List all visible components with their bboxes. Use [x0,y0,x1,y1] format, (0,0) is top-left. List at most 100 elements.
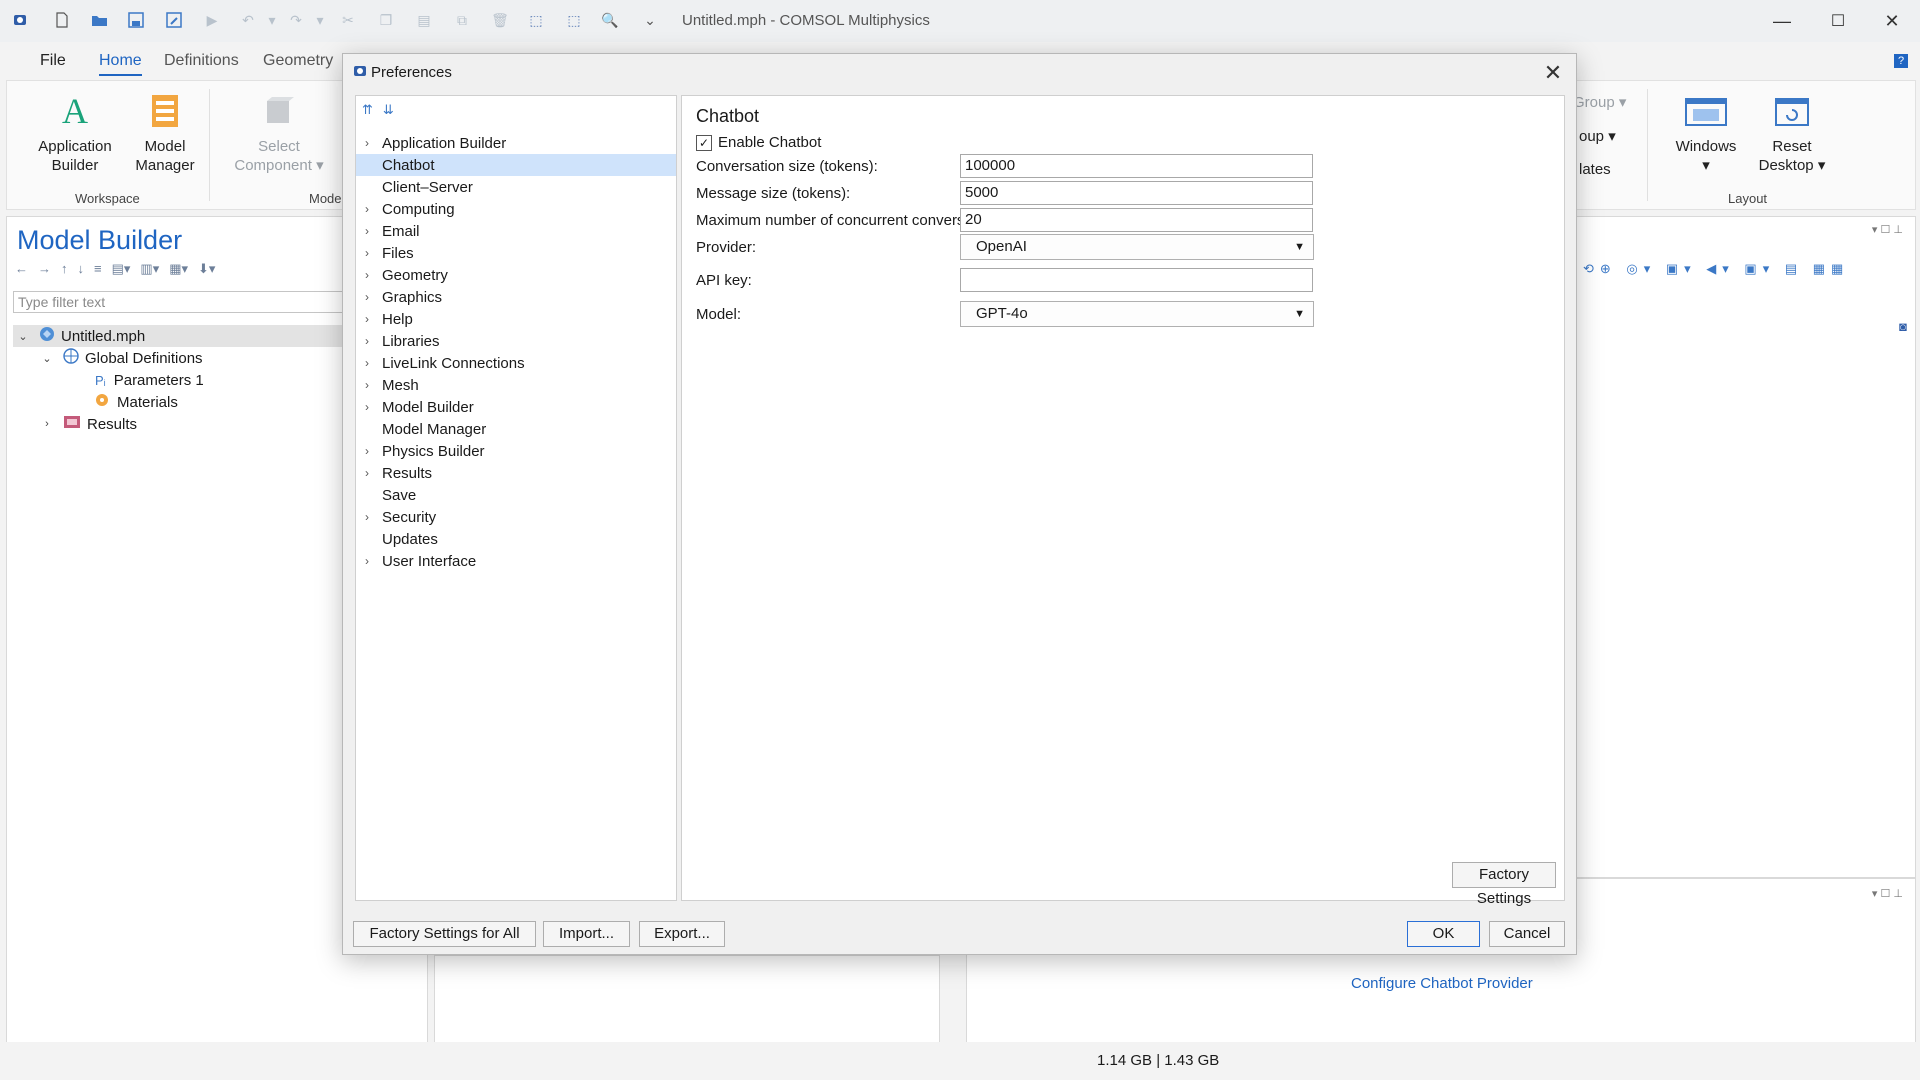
redo-icon[interactable]: ↷ [286,10,306,30]
undo-dropdown-icon[interactable]: ▾ [262,10,282,30]
tree-node-materials[interactable]: Materials [79,391,178,413]
conversation-size-input[interactable]: 100000 [960,154,1313,178]
factory-settings-all-button[interactable]: Factory Settings for All [353,921,536,947]
nav-item[interactable]: › Model Builder [356,396,676,418]
group-dropdown[interactable]: Group ▾ [1573,93,1626,111]
templates-button[interactable]: lates [1579,161,1611,178]
expand-arrow-icon[interactable]: › [356,246,378,260]
open-folder-icon[interactable] [90,10,110,30]
nav-item[interactable]: › Files [356,242,676,264]
collapse-arrow-icon[interactable]: ⌄ [15,330,31,343]
expand-arrow-icon[interactable]: › [356,334,378,348]
run-icon[interactable]: ▶ [202,10,222,30]
group-dropdown-2[interactable]: oup ▾ [1579,127,1616,145]
tree-node-global-definitions[interactable]: ⌄ Global Definitions [39,347,203,369]
pane-controls-icon-2[interactable]: ▾ ☐ ⊥ [1872,887,1903,900]
move-down-icon[interactable]: ↓ [78,261,85,277]
collapse-sections-icon[interactable]: ▥▾ [140,261,159,277]
enable-chatbot-checkbox[interactable]: ✓ [696,134,712,151]
api-key-input[interactable] [960,268,1313,292]
customize-toolbar-icon[interactable]: ⌄ [640,10,660,30]
nav-item[interactable]: Chatbot [356,154,676,176]
message-size-input[interactable]: 5000 [960,181,1313,205]
camera-icon[interactable]: ◙ [1899,319,1907,334]
clear-selection-icon[interactable]: ⬚ [564,10,584,30]
nav-item[interactable]: › Security [356,506,676,528]
find-icon[interactable]: 🔍 [600,10,620,30]
provider-select[interactable]: OpenAI ▼ [960,234,1314,260]
expand-arrow-icon[interactable]: › [356,312,378,326]
nav-item[interactable]: › Mesh [356,374,676,396]
model-select[interactable]: GPT-4o ▼ [960,301,1314,327]
tree-node-results[interactable]: › Results [39,413,137,435]
expand-arrow-icon[interactable]: › [356,510,378,524]
save-as-icon[interactable] [164,10,184,30]
pane-controls-icon[interactable]: ▾ ☐ ⊥ [1872,223,1903,236]
close-window-icon[interactable]: ✕ [1878,8,1906,34]
configure-chatbot-provider-link[interactable]: Configure Chatbot Provider [1351,975,1533,992]
nav-item[interactable]: Model Manager [356,418,676,440]
model-manager-button[interactable]: Model Manager [123,91,207,175]
expand-arrow-icon[interactable]: › [356,136,378,150]
nav-item[interactable]: › Graphics [356,286,676,308]
pin-icon[interactable]: ⬇▾ [198,261,215,277]
show-icon[interactable]: ≡ [94,261,102,277]
export-button[interactable]: Export... [639,921,725,947]
copy-icon[interactable]: ❐ [376,10,396,30]
back-arrow-icon[interactable]: ← [15,261,28,277]
delete-icon[interactable]: 🗑 [490,10,510,30]
select-icon[interactable]: ⬚ [526,10,546,30]
nav-item[interactable]: › Application Builder [356,132,676,154]
nav-item[interactable]: › User Interface [356,550,676,572]
tab-definitions[interactable]: Definitions [164,52,239,70]
expand-arrow-icon[interactable]: › [356,202,378,216]
nav-item[interactable]: › Physics Builder [356,440,676,462]
paste-icon[interactable]: ▤ [414,10,434,30]
cancel-button[interactable]: Cancel [1489,921,1565,947]
forward-arrow-icon[interactable]: → [38,261,51,277]
factory-settings-button[interactable]: Factory Settings [1452,862,1556,907]
tree-node-root[interactable]: ⌄ Untitled.mph [15,325,145,347]
duplicate-icon[interactable]: ⧉ [452,10,472,30]
expand-arrow-icon[interactable]: › [356,356,378,370]
ok-button[interactable]: OK [1407,921,1480,947]
nav-item[interactable]: › LiveLink Connections [356,352,676,374]
nav-item[interactable]: › Libraries [356,330,676,352]
nav-item[interactable]: Client–Server [356,176,676,198]
save-icon[interactable] [126,10,146,30]
expand-arrow-icon[interactable]: › [356,224,378,238]
nav-item[interactable]: Save [356,484,676,506]
nav-item[interactable]: › Results [356,462,676,484]
expand-sections-icon[interactable]: ▤▾ [112,261,131,277]
expand-arrow-icon[interactable]: › [356,400,378,414]
maximize-icon[interactable]: ☐ [1824,8,1852,34]
collapse-all-icon[interactable]: ⇊ [383,102,394,118]
select-component-button[interactable]: Select Component ▾ [229,91,329,175]
expand-arrow-icon[interactable]: › [356,444,378,458]
expand-all-icon[interactable]: ⇈ [362,102,373,118]
tab-home[interactable]: Home [99,52,142,76]
move-up-icon[interactable]: ↑ [61,261,68,277]
tree-node-parameters[interactable]: Pᵢ Parameters 1 [79,369,204,391]
expand-arrow-icon[interactable]: › [39,418,55,430]
new-file-icon[interactable] [52,10,72,30]
reset-desktop-button[interactable]: Reset Desktop ▾ [1747,91,1837,175]
import-button[interactable]: Import... [543,921,630,947]
expand-arrow-icon[interactable]: › [356,378,378,392]
expand-arrow-icon[interactable]: › [356,290,378,304]
expand-arrow-icon[interactable]: › [356,268,378,282]
tree-view-icon[interactable]: ▦▾ [169,261,188,277]
help-icon[interactable]: ? [1894,54,1908,68]
collapse-arrow-icon[interactable]: ⌄ [39,352,55,365]
application-builder-button[interactable]: A Application Builder [27,91,123,175]
expand-arrow-icon[interactable]: › [356,466,378,480]
dialog-close-icon[interactable]: ✕ [1541,60,1565,86]
nav-item[interactable]: Updates [356,528,676,550]
cut-icon[interactable]: ✂ [338,10,358,30]
nav-item[interactable]: › Geometry [356,264,676,286]
undo-icon[interactable]: ↶ [238,10,258,30]
max-concurrent-input[interactable]: 20 [960,208,1313,232]
tab-file[interactable]: File [40,52,66,70]
tab-geometry[interactable]: Geometry [263,52,333,70]
nav-item[interactable]: › Email [356,220,676,242]
